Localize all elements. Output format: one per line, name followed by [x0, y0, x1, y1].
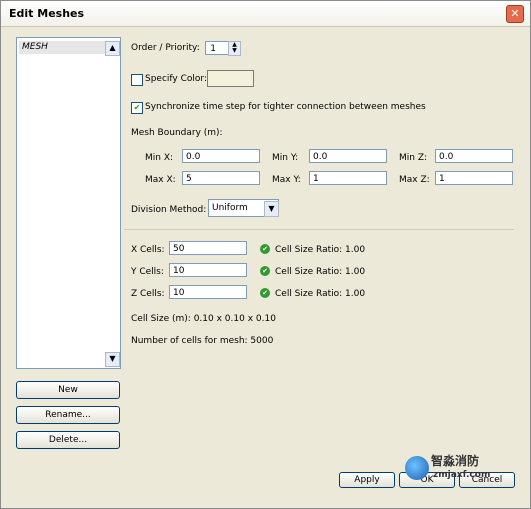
y-cell-ratio: Cell Size Ratio: 1.00	[275, 267, 366, 277]
spinner-icon[interactable]: ▲ ▼	[228, 41, 241, 56]
max-y-label: Max Y:	[272, 175, 301, 185]
scroll-up-icon[interactable]: ▲	[105, 41, 120, 56]
max-z-input[interactable]: 1	[435, 171, 513, 185]
max-y-input[interactable]: 1	[309, 171, 387, 185]
max-z-label: Max Z:	[399, 175, 430, 185]
y-cells-label: Y Cells:	[131, 267, 164, 277]
watermark-text: 智淼消防	[431, 454, 480, 468]
x-cells-label: X Cells:	[131, 245, 165, 255]
check-icon: ✔	[260, 266, 270, 276]
mesh-list[interactable]: MESH ▲ ▼	[16, 37, 121, 369]
z-cell-ratio: Cell Size Ratio: 1.00	[275, 289, 366, 299]
divider	[124, 229, 514, 230]
z-cells-label: Z Cells:	[131, 289, 165, 299]
apply-button[interactable]: Apply	[339, 472, 395, 488]
edit-meshes-dialog: Edit Meshes ✕ MESH ▲ ▼ New Rename... Del…	[0, 0, 531, 509]
max-x-input[interactable]: 5	[182, 171, 260, 185]
order-priority-label: Order / Priority:	[131, 43, 200, 53]
y-cells-input[interactable]: 10	[169, 263, 247, 277]
min-x-input[interactable]: 0.0	[182, 149, 260, 163]
specify-color-checkbox[interactable]	[131, 74, 143, 86]
division-method-label: Division Method:	[131, 205, 207, 215]
color-swatch[interactable]	[207, 70, 254, 87]
check-icon: ✔	[260, 244, 270, 254]
new-button[interactable]: New	[16, 381, 120, 399]
max-x-label: Max X:	[145, 175, 176, 185]
close-icon[interactable]: ✕	[506, 5, 524, 23]
watermark-logo-icon	[405, 456, 429, 480]
sync-checkbox[interactable]: ✔	[131, 102, 143, 114]
x-cell-ratio: Cell Size Ratio: 1.00	[275, 245, 366, 255]
mesh-list-item[interactable]: MESH	[19, 41, 106, 54]
watermark-url: zmjaxf.com	[433, 470, 491, 480]
sync-label: Synchronize time step for tighter connec…	[145, 102, 426, 112]
min-x-label: Min X:	[145, 153, 174, 163]
z-cells-input[interactable]: 10	[169, 285, 247, 299]
min-z-input[interactable]: 0.0	[435, 149, 513, 163]
specify-color-label: Specify Color:	[145, 74, 207, 84]
cell-size-text: Cell Size (m): 0.10 x 0.10 x 0.10	[131, 314, 276, 324]
mesh-boundary-label: Mesh Boundary (m):	[131, 128, 223, 138]
window-title: Edit Meshes	[9, 7, 85, 20]
title-bar: Edit Meshes ✕	[1, 1, 530, 27]
x-cells-input[interactable]: 50	[169, 241, 247, 255]
chevron-down-icon[interactable]: ▼	[264, 201, 279, 217]
min-y-label: Min Y:	[272, 153, 299, 163]
min-z-label: Min Z:	[399, 153, 428, 163]
delete-button[interactable]: Delete...	[16, 431, 120, 449]
cell-count-text: Number of cells for mesh: 5000	[131, 336, 274, 346]
scroll-down-icon[interactable]: ▼	[105, 352, 120, 367]
min-y-input[interactable]: 0.0	[309, 149, 387, 163]
rename-button[interactable]: Rename...	[16, 406, 120, 424]
check-icon: ✔	[260, 288, 270, 298]
division-method-value: Uniform	[212, 203, 248, 213]
